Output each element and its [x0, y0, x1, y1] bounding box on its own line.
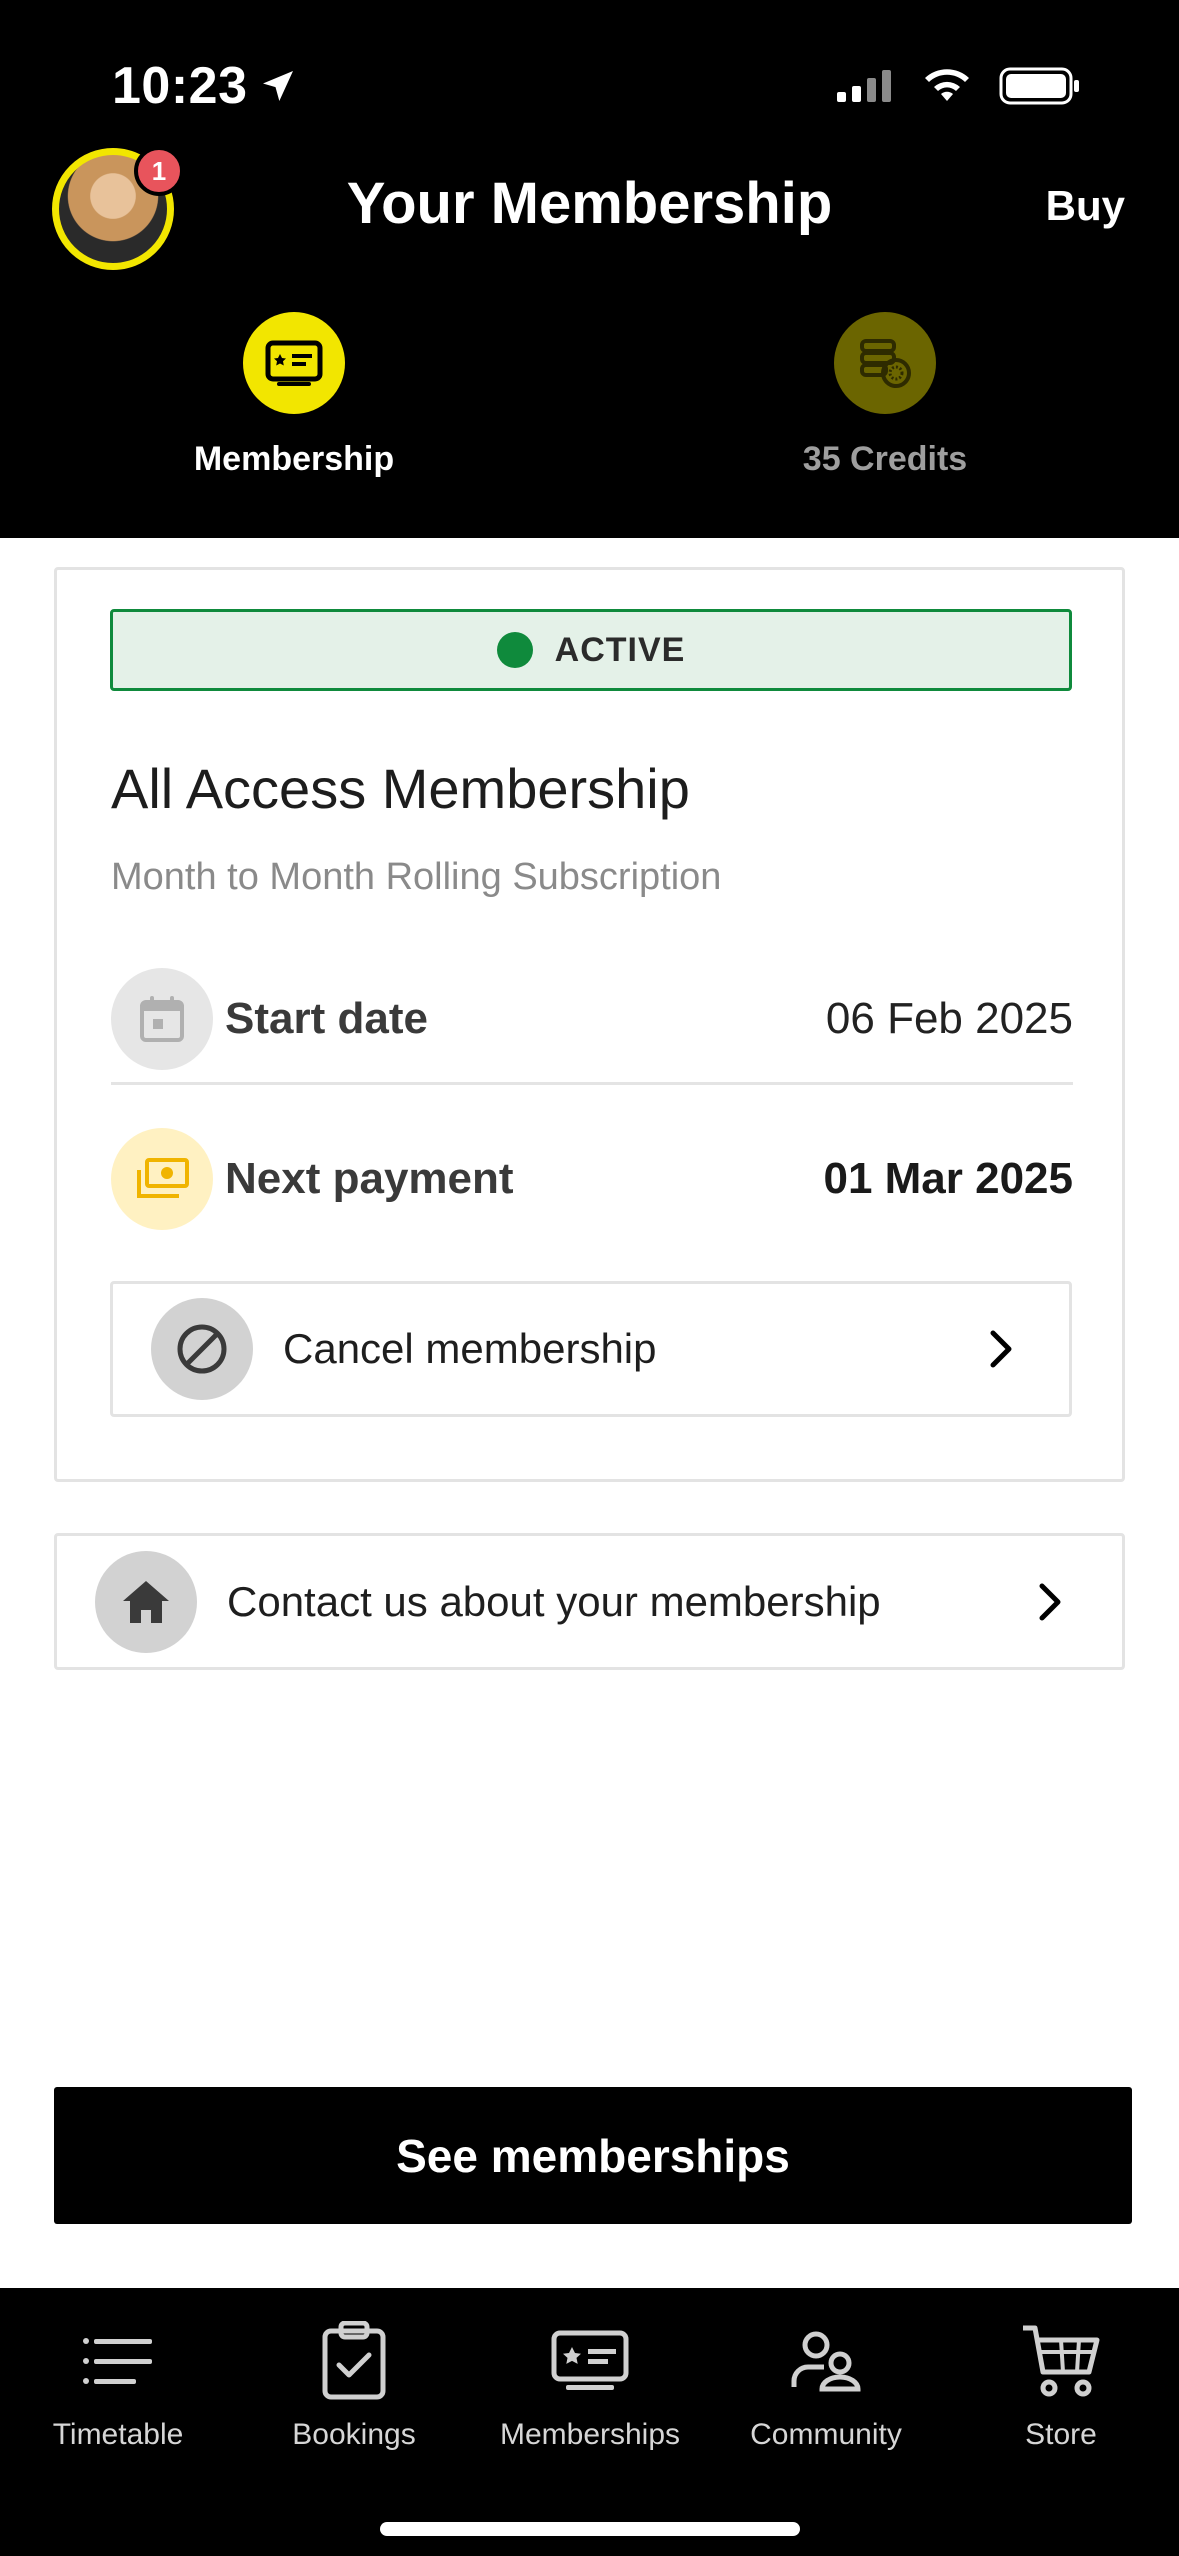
see-memberships-button[interactable]: See memberships [54, 2087, 1132, 2224]
cancel-membership-label: Cancel membership [283, 1325, 657, 1372]
chevron-right-icon [989, 1329, 1013, 1369]
contact-us-button[interactable]: Contact us about your membership [54, 1533, 1125, 1670]
membership-card: ACTIVE All Access Membership Month to Mo… [54, 567, 1125, 1482]
membership-card-icon [243, 312, 345, 414]
credits-coins-icon [834, 312, 936, 414]
calendar-icon [111, 968, 213, 1070]
membership-screen: 10:23 1 Your Membership Buy Membership 3… [0, 0, 1179, 2556]
tab-bookings-label: Bookings [292, 2418, 416, 2451]
tab-memberships-label: Memberships [499, 2418, 681, 2451]
chevron-right-icon [1038, 1582, 1062, 1622]
people-icon [708, 2316, 944, 2406]
tab-store[interactable]: Store [943, 2316, 1179, 2452]
start-date-value: 06 Feb 2025 [825, 994, 1073, 1043]
tab-store-label: Store [1025, 2418, 1097, 2451]
membership-name: All Access Membership [111, 757, 690, 820]
location-arrow-icon [262, 71, 293, 101]
tab-community[interactable]: Community [708, 2316, 944, 2452]
clipboard-check-icon [236, 2316, 472, 2406]
next-payment-value: 01 Mar 2025 [823, 1154, 1073, 1203]
status-text: ACTIVE [554, 630, 686, 669]
membership-card-icon [472, 2316, 708, 2406]
status-time: 10:23 [112, 56, 298, 116]
tab-bookings[interactable]: Bookings [236, 2316, 472, 2452]
tab-timetable[interactable]: Timetable [0, 2316, 236, 2452]
cancel-membership-button[interactable]: Cancel membership [110, 1281, 1072, 1417]
list-icon [0, 2316, 236, 2406]
tab-credits[interactable]: 35 Credits [735, 312, 1035, 479]
status-badge: ACTIVE [110, 609, 1072, 691]
cart-icon [943, 2316, 1179, 2406]
header: 10:23 1 Your Membership Buy Membership 3… [0, 0, 1179, 538]
status-dot [496, 632, 533, 668]
status-indicators [835, 66, 1081, 106]
tab-timetable-label: Timetable [52, 2418, 184, 2451]
money-icon [111, 1128, 213, 1230]
next-payment-label: Next payment [225, 1154, 514, 1203]
tab-membership-label: Membership [193, 440, 395, 478]
home-icon [95, 1550, 197, 1653]
page-title: Your Membership [346, 171, 833, 236]
buy-button[interactable]: Buy [1046, 182, 1125, 230]
next-payment-row: Next payment 01 Mar 2025 [111, 1126, 1073, 1232]
bottom-tab-bar: Timetable Bookings Memberships Community… [0, 2288, 1179, 2556]
membership-subtitle: Month to Month Rolling Subscription [111, 856, 722, 898]
contact-us-label: Contact us about your membership [227, 1577, 881, 1625]
cancel-icon [151, 1298, 253, 1400]
battery-icon [999, 67, 1079, 105]
tab-memberships[interactable]: Memberships [472, 2316, 708, 2452]
tab-community-label: Community [750, 2418, 902, 2451]
tab-membership[interactable]: Membership [144, 312, 444, 479]
start-date-row: Start date 06 Feb 2025 [111, 966, 1073, 1072]
tab-credits-label: 35 Credits [802, 440, 968, 478]
wifi-icon [925, 69, 969, 101]
home-indicator[interactable] [380, 2522, 800, 2536]
cellular-signal-icon [837, 70, 891, 102]
divider [111, 1082, 1073, 1085]
start-date-label: Start date [225, 994, 428, 1043]
